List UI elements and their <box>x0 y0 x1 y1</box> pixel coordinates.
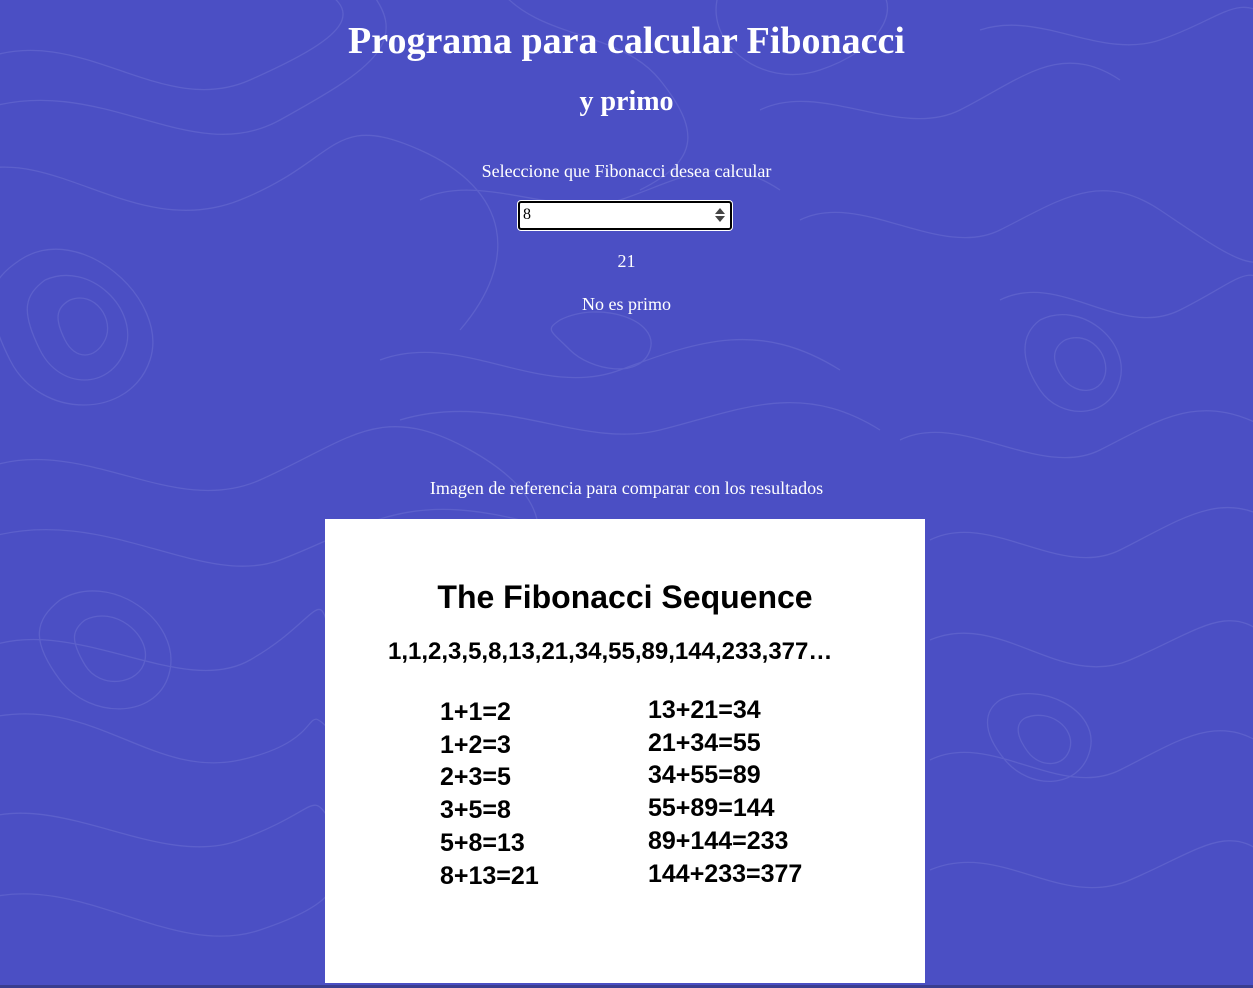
sum-line: 13+21=34 <box>648 696 761 724</box>
number-spinner[interactable] <box>714 206 726 224</box>
sum-line: 144+233=377 <box>648 859 803 888</box>
sum-line: 21+34=55 <box>648 728 761 757</box>
sum-line: 2+3=5 <box>440 763 511 792</box>
reference-image-title: The Fibonacci Sequence <box>437 579 813 615</box>
sum-line: 5+8=13 <box>440 828 525 857</box>
reference-caption: Imagen de referencia para comparar con l… <box>429 478 824 498</box>
fibonacci-number-input[interactable] <box>523 205 693 225</box>
sum-line: 89+144=233 <box>648 826 789 855</box>
fibonacci-number-field[interactable] <box>518 201 732 230</box>
sum-line: 8+13=21 <box>440 861 539 890</box>
sum-line: 3+5=8 <box>440 796 511 825</box>
sum-line: 1+2=3 <box>440 730 511 759</box>
sum-line: 1+1=2 <box>440 698 511 726</box>
fibonacci-result: 21 <box>617 251 636 271</box>
spinner-down-icon[interactable] <box>715 216 725 222</box>
right-sums-column: 13+21=34 21+34=55 34+55=89 55+89=144 89+… <box>648 694 802 890</box>
spinner-up-icon[interactable] <box>715 208 725 214</box>
page-subtitle: y primo <box>579 86 674 117</box>
page-title: Programa para calcular Fibonacci <box>348 20 905 62</box>
fibonacci-prompt-label: Seleccione que Fibonacci desea calcular <box>481 161 772 181</box>
prime-status: No es primo <box>582 294 671 314</box>
fibonacci-sequence-text: 1,1,2,3,5,8,13,21,34,55,89,144,233,377… <box>388 638 833 665</box>
sum-line: 55+89=144 <box>648 794 775 823</box>
fibonacci-reference-image: The Fibonacci Sequence 1,1,2,3,5,8,13,21… <box>325 519 925 983</box>
left-sums-column: 1+1=2 1+2=3 2+3=5 3+5=8 5+8=13 8+13=21 <box>440 696 539 892</box>
sum-line: 34+55=89 <box>648 761 761 790</box>
